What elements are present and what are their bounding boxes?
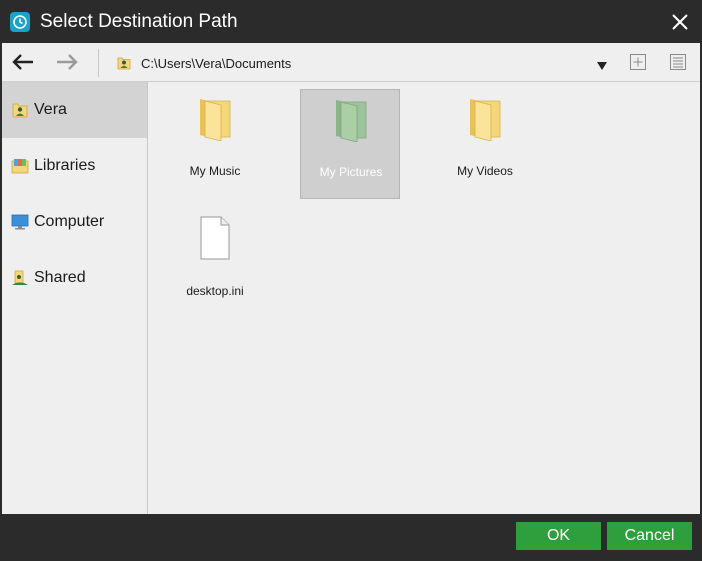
sidebar-item-computer[interactable]: Computer — [2, 194, 147, 250]
title-bar: Select Destination Path — [0, 0, 702, 43]
shared-folder-icon — [11, 269, 29, 287]
path-field[interactable]: C:\Users\Vera\Documents — [110, 49, 618, 77]
footer: OK Cancel — [0, 514, 702, 561]
arrow-left-icon — [12, 54, 33, 70]
file-icon — [195, 215, 235, 261]
new-folder-button[interactable] — [629, 53, 647, 71]
sidebar-item-label: Vera — [34, 101, 67, 118]
view-toggle-button[interactable] — [669, 53, 687, 71]
folder-icon — [465, 95, 505, 142]
sidebar-item-vera[interactable]: Vera — [2, 82, 147, 138]
user-folder-icon — [11, 101, 29, 119]
file-list: My Music My Pictures My Videos desktop.i… — [148, 82, 700, 514]
window-title: Select Destination Path — [40, 11, 238, 32]
close-icon — [672, 14, 688, 30]
folder-icon — [195, 95, 235, 142]
toolbar: C:\Users\Vera\Documents — [2, 43, 700, 82]
folder-item-my-music[interactable]: My Music — [165, 89, 265, 199]
folder-item-my-videos[interactable]: My Videos — [435, 89, 535, 199]
sidebar: Vera Libraries Computer Shared — [2, 82, 148, 514]
list-view-icon — [670, 54, 686, 70]
back-button[interactable] — [10, 51, 36, 73]
arrow-right-icon — [57, 54, 78, 70]
file-item-desktop-ini[interactable]: desktop.ini — [165, 209, 265, 319]
folder-item-my-pictures[interactable]: My Pictures — [300, 89, 400, 199]
forward-button[interactable] — [54, 51, 80, 73]
item-label: My Pictures — [319, 165, 383, 179]
item-label: My Music — [189, 164, 241, 178]
sidebar-item-libraries[interactable]: Libraries — [2, 138, 147, 194]
toolbar-divider — [98, 49, 99, 77]
app-logo-icon — [10, 12, 30, 32]
cancel-button[interactable]: Cancel — [607, 522, 692, 550]
sidebar-item-label: Libraries — [34, 157, 96, 174]
sidebar-item-shared[interactable]: Shared — [2, 250, 147, 306]
libraries-icon — [11, 157, 29, 175]
triangle-down-icon — [597, 62, 607, 70]
sidebar-item-label: Computer — [34, 213, 105, 230]
select-destination-dialog: Select Destination Path C:\Users\Vera\Do… — [0, 0, 702, 561]
plus-square-icon — [630, 54, 646, 70]
close-button[interactable] — [668, 10, 692, 34]
sidebar-item-label: Shared — [34, 269, 86, 286]
user-folder-icon — [116, 55, 132, 71]
path-dropdown-button[interactable] — [596, 58, 608, 70]
monitor-icon — [11, 213, 29, 231]
path-text: C:\Users\Vera\Documents — [141, 56, 292, 71]
item-label: desktop.ini — [186, 284, 244, 298]
ok-button[interactable]: OK — [516, 522, 601, 550]
folder-icon — [331, 96, 371, 143]
item-label: My Videos — [457, 164, 513, 178]
